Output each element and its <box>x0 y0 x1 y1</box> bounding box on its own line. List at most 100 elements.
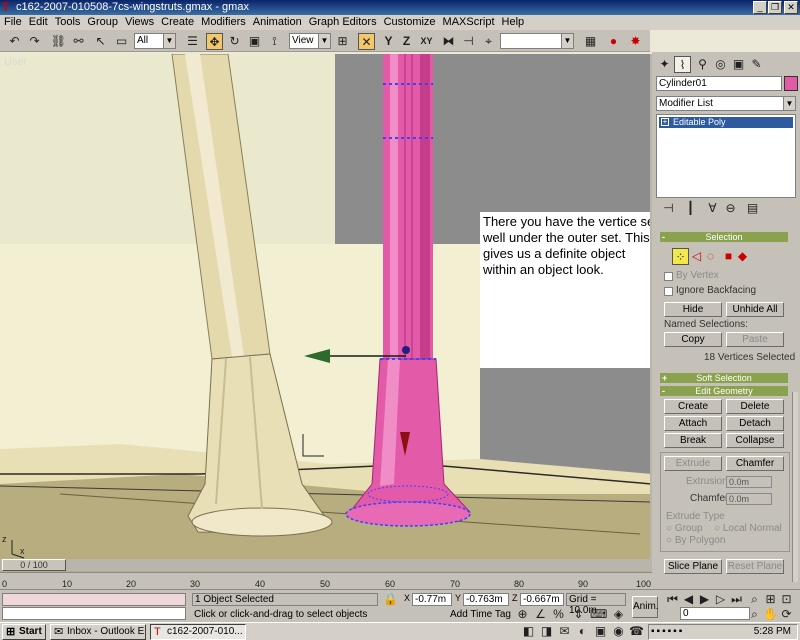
mirror-icon[interactable]: ⧓ <box>440 33 457 50</box>
configure-sets-icon[interactable]: ▤ <box>744 200 761 217</box>
time-slider-thumb[interactable]: 0 / 100 <box>2 559 66 571</box>
hierarchy-tab-icon[interactable]: ⚲ <box>694 56 711 73</box>
display-tab-icon[interactable]: ▣ <box>730 56 747 73</box>
menu-tools[interactable]: Tools <box>51 15 84 30</box>
menu-customize[interactable]: Customize <box>380 15 439 30</box>
pivot-center-icon[interactable]: ⊞ <box>334 33 351 50</box>
selection-rollout-header[interactable]: - Selection <box>660 232 788 242</box>
quicklaunch-icon[interactable]: ◉ <box>610 623 627 640</box>
percent-snap-icon[interactable]: % <box>550 606 567 623</box>
delete-button[interactable]: Delete <box>726 399 784 414</box>
anim-button[interactable]: Anim. <box>632 596 659 618</box>
select-by-name-icon[interactable]: ☰ <box>184 33 201 50</box>
menu-group[interactable]: Group <box>83 15 121 30</box>
viewport-label[interactable]: User <box>4 56 27 68</box>
keyboard-shortcut-icon[interactable]: ⌨ <box>590 606 607 623</box>
render-teapot-icon[interactable]: ● <box>605 33 622 50</box>
snap-toggle-icon[interactable]: ⊕ <box>514 606 531 623</box>
paste-button[interactable]: Paste <box>726 332 784 347</box>
quicklaunch-icon[interactable]: ✉ <box>556 623 573 640</box>
show-end-result-icon[interactable]: ┃ <box>682 200 699 217</box>
move-icon[interactable]: ✥ <box>206 33 223 50</box>
goto-end-icon[interactable]: ⏭ <box>728 591 745 608</box>
quicklaunch-icon[interactable]: ◨ <box>538 623 555 640</box>
unhide-all-button[interactable]: Unhide All <box>726 302 784 317</box>
select-object-icon[interactable]: ↖ <box>92 33 109 50</box>
pan-icon[interactable]: ✋ <box>762 606 779 623</box>
goto-start-icon[interactable]: ⏮ <box>664 591 681 608</box>
region-zoom-icon[interactable]: ⌕ <box>746 606 763 623</box>
slice-plane-button[interactable]: Slice Plane <box>664 559 722 574</box>
restore-button[interactable]: ❐ <box>768 1 782 14</box>
adaptive-degradation-icon[interactable]: ◈ <box>610 606 627 623</box>
time-slider[interactable]: 0 / 100 <box>0 559 652 571</box>
unlink-icon[interactable]: ⚯ <box>70 33 87 50</box>
minimize-button[interactable]: _ <box>753 1 767 14</box>
quick-render-icon[interactable]: ✸ <box>627 33 644 50</box>
z-coord-field[interactable]: -0.667m <box>520 593 564 606</box>
x-coord-field[interactable]: -0.77m <box>412 593 452 606</box>
detach-button[interactable]: Detach <box>726 416 784 431</box>
menu-help[interactable]: Help <box>498 15 528 30</box>
restrict-y-icon[interactable]: Y <box>380 33 397 50</box>
remove-modifier-icon[interactable]: ⊖ <box>722 200 739 217</box>
utilities-tab-icon[interactable]: ✎ <box>748 56 765 73</box>
by-vertex-checkbox[interactable] <box>664 272 673 281</box>
tray-icons[interactable]: ▪▪▪▪▪▪ <box>651 626 684 637</box>
region-select-icon[interactable]: ▭ <box>113 33 130 50</box>
lock-selection-icon[interactable]: 🔒 <box>382 591 399 608</box>
selection-filter-dropdown[interactable]: All ▼ <box>134 33 176 49</box>
arc-rotate-icon[interactable]: ⟳ <box>778 606 795 623</box>
chamfer-button[interactable]: Chamfer <box>726 456 784 471</box>
collapse-button[interactable]: Collapse <box>726 433 784 448</box>
menu-edit[interactable]: Edit <box>25 15 51 30</box>
material-editor-icon[interactable]: ▦ <box>582 33 599 50</box>
select-link-icon[interactable]: ⛓ <box>50 33 67 50</box>
maxscript-listener-white[interactable] <box>2 607 186 620</box>
close-button[interactable]: ✕ <box>784 1 798 14</box>
add-time-tag[interactable]: Add Time Tag <box>450 609 511 620</box>
expand-icon[interactable]: + <box>661 118 669 126</box>
rotate-icon[interactable]: ↻ <box>226 33 243 50</box>
play-icon[interactable]: ▶ <box>696 591 713 608</box>
restrict-xy-icon[interactable]: XY <box>418 33 435 50</box>
menu-maxscript[interactable]: MAXScript <box>439 15 498 30</box>
named-selection-dropdown[interactable]: ▼ <box>500 33 574 49</box>
object-name-field[interactable]: Cylinder01 <box>656 76 782 91</box>
menu-views[interactable]: Views <box>121 15 157 30</box>
panel-scrollbar[interactable] <box>792 392 798 582</box>
hide-button[interactable]: Hide <box>664 302 722 317</box>
undo-icon[interactable]: ↶ <box>6 33 23 50</box>
track-bar[interactable]: 0 10 20 30 40 50 60 70 80 90 100 <box>0 572 652 589</box>
make-unique-icon[interactable]: ∀ <box>704 200 721 217</box>
align-icon[interactable]: ⊣ <box>460 33 477 50</box>
modifier-list-dropdown[interactable]: Modifier List ▼ <box>656 96 796 111</box>
soft-selection-rollout-header[interactable]: + Soft Selection <box>660 373 788 383</box>
object-color-swatch[interactable] <box>784 76 798 91</box>
local-normal-radio[interactable]: ○ Local Normal <box>714 523 782 534</box>
extrude-button[interactable]: Extrude <box>664 456 722 471</box>
viewport-user[interactable]: z x User There you have the vertice set … <box>0 54 652 572</box>
edit-geometry-rollout-header[interactable]: - Edit Geometry <box>660 386 788 396</box>
quicklaunch-icon[interactable]: ◐ <box>574 623 591 640</box>
element-mode-icon[interactable]: ◆ <box>734 248 751 265</box>
menu-create[interactable]: Create <box>157 15 197 30</box>
current-frame-field[interactable]: 0 <box>680 607 750 620</box>
menu-animation[interactable]: Animation <box>249 15 305 30</box>
extrusion-spinner[interactable]: 0.0m <box>726 476 772 488</box>
reset-plane-button[interactable]: Reset Plane <box>726 559 784 574</box>
attach-button[interactable]: Attach <box>664 416 722 431</box>
redo-icon[interactable]: ↷ <box>26 33 43 50</box>
border-mode-icon[interactable]: ◌ <box>702 248 719 265</box>
reference-coordinate-dropdown[interactable]: View ▼ <box>289 33 331 49</box>
prev-frame-icon[interactable]: ◀ <box>680 591 697 608</box>
quicklaunch-icon[interactable]: ▣ <box>592 623 609 640</box>
ignore-backfacing-checkbox[interactable] <box>664 287 673 296</box>
chamfer-spinner[interactable]: 0.0m <box>726 493 772 505</box>
menu-modifiers[interactable]: Modifiers <box>197 15 249 30</box>
spinner-snap-icon[interactable]: ⇕ <box>570 606 587 623</box>
snap-icon[interactable]: ⌖ <box>480 33 497 50</box>
restrict-x-icon[interactable]: ✕ <box>358 33 375 50</box>
copy-button[interactable]: Copy <box>664 332 722 347</box>
create-tab-icon[interactable]: ✦ <box>656 56 673 73</box>
